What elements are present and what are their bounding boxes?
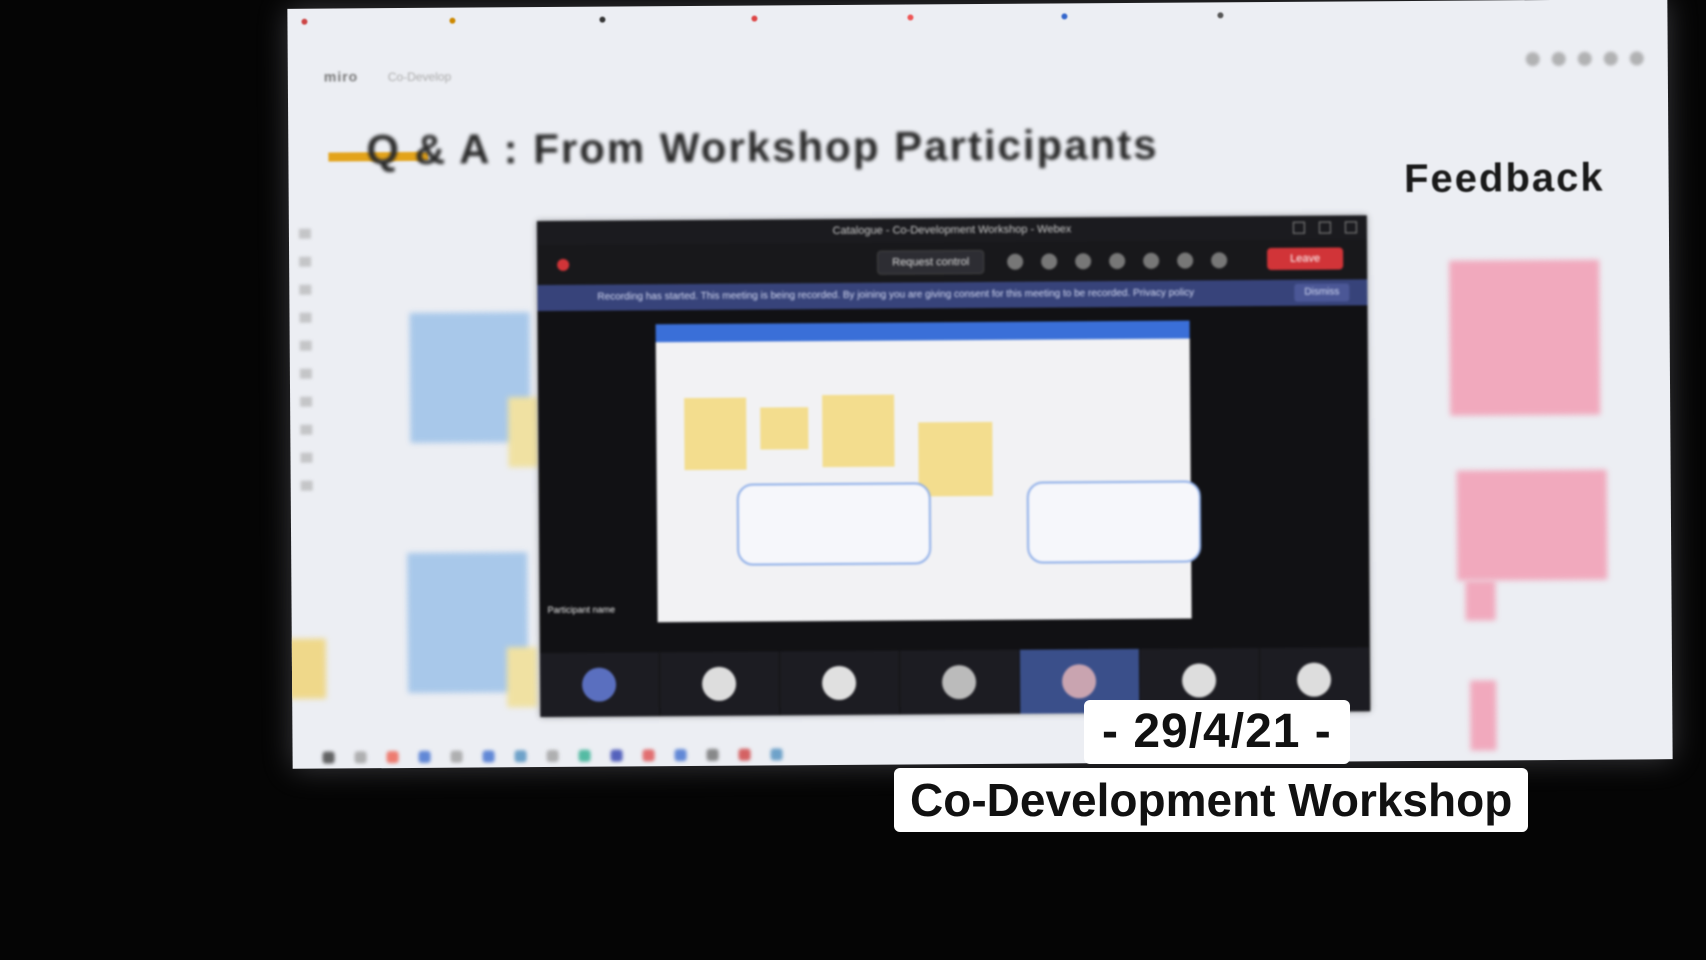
close-icon[interactable] — [1344, 221, 1357, 234]
connector-tool-icon[interactable] — [299, 368, 312, 379]
toolbar-icon[interactable] — [322, 751, 335, 764]
shared-flow-box — [1026, 480, 1202, 564]
settings-icon[interactable] — [1629, 51, 1644, 66]
collaborator-avatar-icon[interactable] — [1577, 51, 1592, 66]
avatar — [582, 667, 617, 702]
toolbar-icon[interactable] — [514, 750, 527, 763]
collaborator-avatar-icon[interactable] — [1551, 51, 1566, 67]
participant-tile[interactable] — [659, 651, 781, 717]
toolbar-icon[interactable] — [738, 748, 751, 761]
sticky-note-tool-icon[interactable] — [299, 312, 312, 323]
toolbar-icon[interactable] — [578, 749, 591, 762]
shared-sticky-note — [822, 394, 895, 468]
select-tool-icon[interactable] — [298, 228, 311, 239]
event-caption: Co-Development Workshop — [894, 768, 1529, 832]
avatar — [1297, 662, 1332, 697]
shape-tool-icon[interactable] — [299, 340, 312, 351]
pen-tool-icon[interactable] — [300, 396, 313, 407]
shared-screen — [655, 320, 1202, 623]
dismiss-button[interactable]: Dismiss — [1294, 283, 1350, 302]
minimize-icon[interactable] — [1292, 221, 1305, 234]
toolbar-icon[interactable] — [642, 749, 655, 762]
mic-icon[interactable] — [1177, 252, 1194, 269]
board-toolbar-right — [1525, 51, 1644, 67]
recording-icon — [557, 258, 570, 271]
collaborator-avatar-icon[interactable] — [1525, 52, 1540, 67]
leave-button[interactable]: Leave — [1267, 247, 1344, 270]
notification-text: Recording has started. This meeting is b… — [597, 287, 1195, 303]
frame-tool-icon[interactable] — [300, 452, 313, 463]
toolbar-icon[interactable] — [386, 751, 399, 764]
share-icon[interactable] — [1603, 51, 1618, 66]
meeting-controls: Request control Leave — [537, 239, 1368, 286]
avatar — [1182, 663, 1217, 698]
share-screen-icon[interactable] — [1211, 252, 1228, 269]
projected-screen: miro Co-Develop Q & A : From Workshop Pa… — [287, 0, 1673, 769]
more-icon[interactable] — [1109, 252, 1126, 270]
reactions-icon[interactable] — [1075, 253, 1092, 270]
shared-flow-box — [736, 482, 932, 566]
participant-tile[interactable] — [899, 649, 1021, 715]
participant-tile[interactable] — [539, 652, 661, 718]
comment-tool-icon[interactable] — [300, 424, 313, 435]
feedback-sticky-note[interactable] — [1449, 259, 1601, 416]
feedback-sticky-note[interactable] — [1465, 580, 1496, 621]
request-control-button[interactable]: Request control — [877, 249, 985, 275]
more-tools-icon[interactable] — [300, 480, 313, 491]
toolbar-icon[interactable] — [610, 749, 623, 762]
shared-sticky-note — [760, 407, 809, 450]
toolbar-icon[interactable] — [770, 748, 783, 761]
sticky-note[interactable] — [506, 647, 538, 708]
meeting-window: Catalogue - Co-Development Workshop - We… — [536, 215, 1371, 718]
sticky-note[interactable] — [287, 638, 327, 699]
toolbar-icon[interactable] — [706, 748, 719, 761]
toolbar-icon[interactable] — [418, 750, 431, 763]
miro-topbar: miro Co-Develop — [287, 0, 1668, 104]
date-caption: - 29/4/21 - — [1084, 700, 1350, 764]
miro-logo[interactable]: miro — [324, 68, 358, 84]
shared-sticky-note — [918, 421, 993, 497]
avatar — [702, 666, 737, 701]
people-icon[interactable] — [1007, 253, 1024, 270]
toolbar-icon[interactable] — [482, 750, 495, 763]
recording-notification: Recording has started. This meeting is b… — [537, 279, 1368, 312]
template-tool-icon[interactable] — [299, 256, 312, 267]
board-name[interactable]: Co-Develop — [388, 70, 451, 84]
qa-title: Q & A : From Workshop Participants — [366, 120, 1159, 174]
participant-name: Participant name — [547, 604, 616, 616]
chat-icon[interactable] — [1041, 253, 1058, 270]
feedback-sticky-note[interactable] — [1456, 469, 1608, 581]
maximize-icon[interactable] — [1318, 221, 1331, 234]
avatar — [942, 665, 977, 700]
toolbar-icon[interactable] — [674, 749, 687, 762]
toolbar-icon[interactable] — [354, 751, 367, 764]
camera-icon[interactable] — [1143, 252, 1160, 269]
board-bottom-toolbar — [322, 740, 1603, 767]
participant-tile[interactable] — [779, 650, 901, 716]
meeting-title: Catalogue - Co-Development Workshop - We… — [832, 223, 1072, 238]
sticky-note[interactable] — [508, 397, 539, 468]
window-controls — [1292, 221, 1357, 234]
text-tool-icon[interactable] — [299, 284, 312, 295]
meeting-control-icons — [1007, 252, 1228, 270]
feedback-title: Feedback — [1403, 155, 1605, 202]
avatar — [1062, 664, 1097, 699]
toolbar-icon[interactable] — [450, 750, 463, 763]
shared-browser-bar — [655, 320, 1190, 343]
board-left-toolbar — [298, 228, 321, 491]
avatar — [822, 665, 857, 701]
toolbar-icon[interactable] — [546, 749, 559, 763]
shared-sticky-note — [684, 397, 747, 471]
